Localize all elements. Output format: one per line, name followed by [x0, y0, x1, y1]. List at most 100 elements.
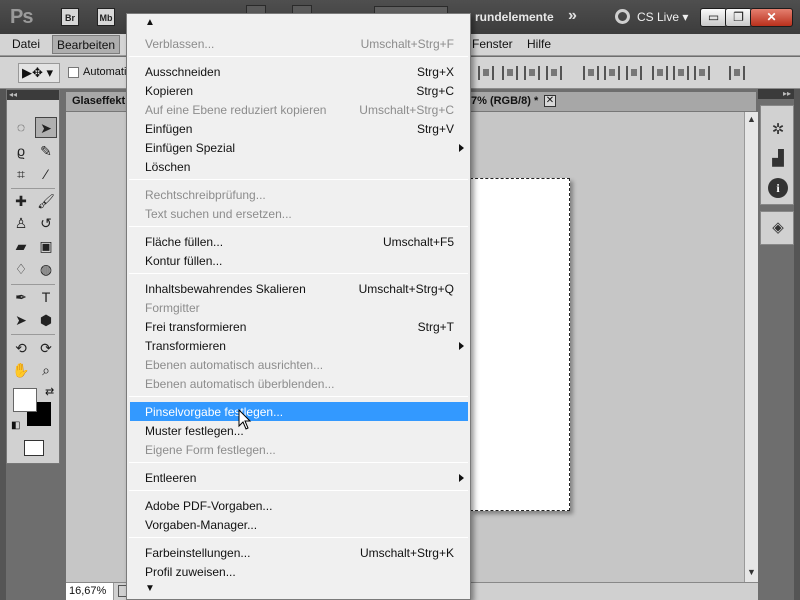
lasso-tool-icon[interactable]: ϱ — [10, 141, 32, 162]
auto-align-layers-icon[interactable] — [729, 66, 745, 80]
menu-item-text-suchen[interactable]: Text suchen und ersetzen... — [130, 204, 468, 223]
menu-scroll-down-icon[interactable]: ▼ — [145, 583, 155, 594]
auto-select-label: Automatis — [83, 66, 132, 78]
path-selection-tool-icon[interactable]: ➤ — [10, 310, 32, 331]
distribute-right-icon[interactable] — [694, 66, 710, 80]
move-tool-icon[interactable]: ➤ — [35, 117, 57, 138]
shape-tool-icon[interactable]: ⬢ — [35, 310, 57, 331]
default-colors-icon[interactable]: ◧ — [11, 420, 20, 431]
scroll-down-arrow-icon[interactable]: ▼ — [747, 567, 756, 577]
marquee-tool-icon[interactable]: ◌ — [10, 117, 32, 138]
distribute-top-icon[interactable] — [583, 66, 599, 80]
distribute-horizontal-icon[interactable] — [673, 66, 689, 80]
cs-live-button[interactable]: CS Live ▾ — [637, 10, 688, 24]
align-bottom-icon[interactable] — [524, 66, 540, 80]
distribute-center-icon[interactable] — [604, 66, 620, 80]
workspace-more-icon[interactable]: » — [568, 7, 577, 25]
vertical-scrollbar[interactable]: ▲ ▼ — [744, 112, 758, 582]
stamp-tool-icon[interactable]: ♙ — [10, 213, 32, 234]
close-document-icon[interactable]: ✕ — [544, 95, 556, 107]
history-brush-tool-icon[interactable]: ↺ — [35, 213, 57, 234]
menu-bearbeiten[interactable]: Bearbeiten — [52, 35, 121, 54]
menu-item-verblassen[interactable]: Verblassen... Umschalt+Strg+F — [130, 34, 468, 53]
menu-item-kopieren[interactable]: Kopieren Strg+C — [130, 81, 468, 100]
menu-item-eigene-form-festlegen[interactable]: Eigene Form festlegen... — [130, 440, 468, 459]
quick-mask-icon[interactable] — [24, 440, 44, 456]
menu-item-loeschen[interactable]: Löschen — [130, 157, 468, 176]
menu-item-label: Auf eine Ebene reduziert kopieren — [145, 103, 327, 117]
type-tool-icon[interactable]: T — [35, 287, 57, 308]
color-panel-icon[interactable]: ✲ — [768, 120, 788, 140]
menu-datei[interactable]: Datei — [12, 37, 40, 51]
zoom-level-field[interactable]: 16,67% — [66, 583, 114, 600]
menu-item-label: Adobe PDF-Vorgaben... — [145, 499, 273, 513]
menu-item-transformieren[interactable]: Transformieren — [130, 336, 468, 355]
healing-brush-tool-icon[interactable]: ✚ — [10, 191, 32, 212]
menu-item-ebenen-ausrichten[interactable]: Ebenen automatisch ausrichten... — [130, 355, 468, 374]
menu-fenster[interactable]: Fenster — [472, 37, 513, 51]
crop-tool-icon[interactable]: ⌗ — [10, 164, 32, 185]
document-tab-title[interactable]: 7% (RGB/8) * — [471, 95, 538, 107]
tools-collapse-bar[interactable]: ◂◂ — [7, 90, 59, 100]
document-canvas[interactable] — [470, 178, 570, 511]
menu-item-adobe-pdf-vorgaben[interactable]: Adobe PDF-Vorgaben... — [130, 496, 468, 515]
menu-item-kontur-fuellen[interactable]: Kontur füllen... — [130, 251, 468, 270]
menu-item-vorgaben-manager[interactable]: Vorgaben-Manager... — [130, 515, 468, 534]
blur-tool-icon[interactable]: ♢ — [10, 259, 32, 280]
scroll-up-arrow-icon[interactable]: ▲ — [747, 114, 756, 124]
menu-item-einfuegen[interactable]: Einfügen Strg+V — [130, 119, 468, 138]
cs-live-icon[interactable] — [615, 9, 630, 24]
restore-button[interactable]: ❐ — [725, 8, 752, 27]
foreground-color-swatch[interactable] — [13, 388, 37, 412]
hand-tool-icon[interactable]: ✋ — [10, 360, 32, 381]
workspace-essentials-label[interactable]: rundelemente — [475, 10, 554, 24]
align-top-icon[interactable] — [478, 66, 494, 80]
menu-item-profil-zuweisen[interactable]: Profil zuweisen... — [130, 562, 468, 581]
menu-item-muster-festlegen[interactable]: Muster festlegen... — [130, 421, 468, 440]
document-tab-glaseffekt[interactable]: Glaseffekt — [72, 95, 125, 107]
menu-item-reduziert-kopieren[interactable]: Auf eine Ebene reduziert kopieren Umscha… — [130, 100, 468, 119]
dock-collapse-bar[interactable]: ▸▸ — [758, 89, 794, 99]
tool-separator — [11, 334, 55, 335]
menu-item-flaeche-fuellen[interactable]: Fläche füllen... Umschalt+F5 — [130, 232, 468, 251]
menu-separator — [129, 226, 468, 227]
menu-item-farbeinstellungen[interactable]: Farbeinstellungen... Umschalt+Strg+K — [130, 543, 468, 562]
menu-hilfe[interactable]: Hilfe — [527, 37, 551, 51]
menu-item-inhaltsbewahrendes-skalieren[interactable]: Inhaltsbewahrendes Skalieren Umschalt+St… — [130, 279, 468, 298]
menu-item-entleeren[interactable]: Entleeren — [130, 468, 468, 487]
menu-item-ebenen-ueberblenden[interactable]: Ebenen automatisch überblenden... — [130, 374, 468, 393]
menu-separator — [129, 490, 468, 491]
eyedropper-tool-icon[interactable]: ⁄ — [35, 164, 57, 185]
bridge-button[interactable]: Br — [61, 8, 79, 26]
dodge-tool-icon[interactable]: ◍ — [35, 259, 57, 280]
info-icon[interactable]: i — [768, 178, 788, 198]
align-vertical-center-icon[interactable] — [502, 66, 518, 80]
menu-item-rechtschreibpruefung[interactable]: Rechtschreibprüfung... — [130, 185, 468, 204]
menu-scroll-up-icon[interactable]: ▲ — [145, 17, 155, 28]
swap-colors-icon[interactable]: ⇄ — [45, 385, 54, 398]
distribute-bottom-icon[interactable] — [626, 66, 642, 80]
zoom-tool-icon[interactable]: ⌕ — [35, 360, 57, 381]
mini-bridge-button[interactable]: Mb — [97, 8, 115, 26]
menu-item-formgitter[interactable]: Formgitter — [130, 298, 468, 317]
menu-item-pinselvorgabe-festlegen[interactable]: Pinselvorgabe festlegen... — [130, 402, 468, 421]
quick-selection-tool-icon[interactable]: ✎ — [35, 141, 57, 162]
tool-preset-picker[interactable]: ▶✥ ▾ — [18, 63, 60, 83]
3d-orbit-tool-icon[interactable]: ⟳ — [35, 338, 57, 359]
gradient-tool-icon[interactable]: ▣ — [35, 236, 57, 257]
brush-tool-icon[interactable]: 🖌 — [35, 191, 57, 212]
align-left-icon[interactable] — [546, 66, 562, 80]
auto-select-checkbox[interactable] — [68, 67, 79, 78]
pen-tool-icon[interactable]: ✒ — [10, 287, 32, 308]
menu-item-frei-transformieren[interactable]: Frei transformieren Strg+T — [130, 317, 468, 336]
distribute-left-icon[interactable] — [652, 66, 668, 80]
panel-group-layers: ◈ — [760, 211, 794, 245]
3d-rotate-tool-icon[interactable]: ⟲ — [10, 338, 32, 359]
close-button[interactable]: ✕ — [750, 8, 793, 27]
histogram-icon[interactable]: ▟ — [768, 149, 788, 169]
layers-icon[interactable]: ◈ — [768, 218, 788, 238]
eraser-tool-icon[interactable]: ▰ — [10, 236, 32, 257]
menu-item-einfuegen-spezial[interactable]: Einfügen Spezial — [130, 138, 468, 157]
minimize-button[interactable]: ▭ — [700, 8, 727, 27]
menu-item-ausschneiden[interactable]: Ausschneiden Strg+X — [130, 62, 468, 81]
